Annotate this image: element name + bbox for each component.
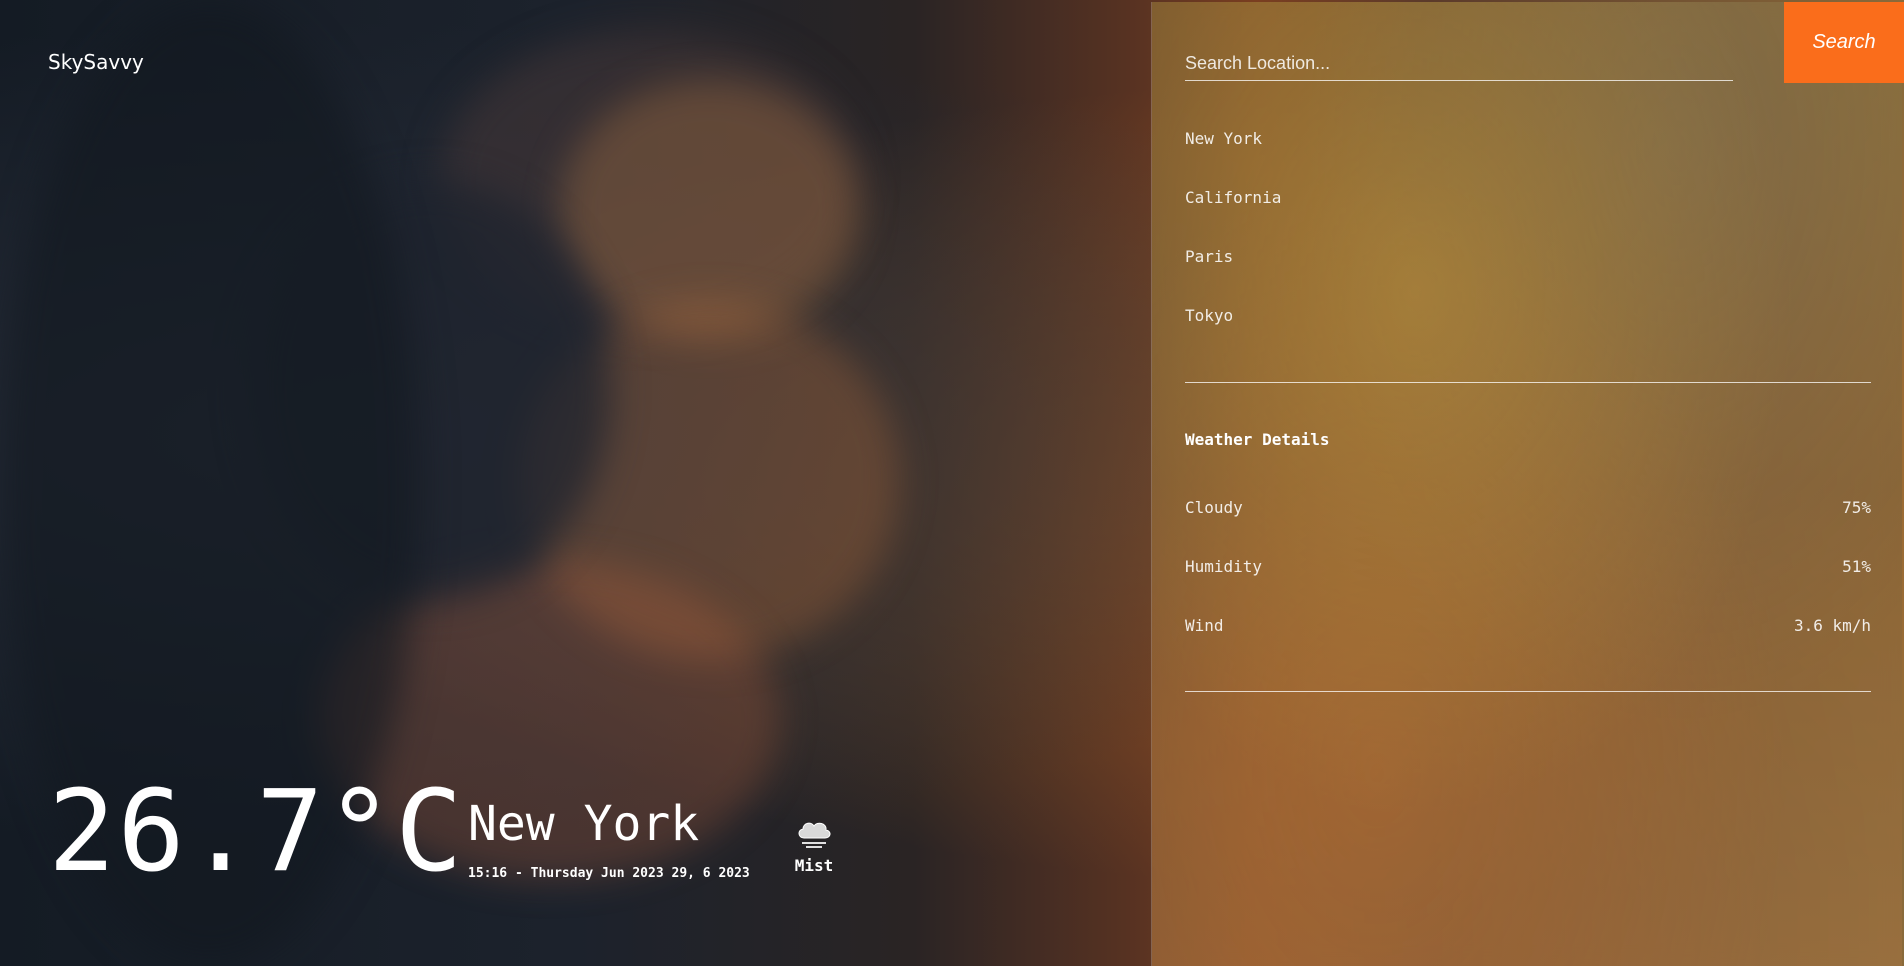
detail-value: 51%	[1842, 557, 1871, 576]
current-city: New York	[468, 796, 700, 852]
detail-row-wind: Wind 3.6 km/h	[1185, 607, 1871, 666]
detail-label: Humidity	[1185, 557, 1263, 576]
detail-value: 75%	[1842, 498, 1871, 517]
condition-label: Mist	[794, 856, 834, 875]
detail-label: Cloudy	[1185, 498, 1243, 517]
current-condition: Mist	[784, 816, 844, 875]
search-input[interactable]	[1185, 46, 1733, 81]
current-temperature: 26.7°C	[48, 767, 465, 897]
location-item-paris[interactable]: Paris	[1185, 238, 1871, 297]
cloud-icon	[798, 822, 831, 848]
location-list: New York California Paris Tokyo	[1185, 120, 1871, 356]
location-item-tokyo[interactable]: Tokyo	[1185, 297, 1871, 356]
location-item-california[interactable]: California	[1185, 179, 1871, 238]
current-datetime: 15:16 - Thursday Jun 2023 29, 6 2023	[468, 866, 750, 881]
location-item-new-york[interactable]: New York	[1185, 120, 1871, 179]
weather-app: SkySavvy 26.7°C New York 15:16 - Thursda…	[0, 0, 1904, 966]
section-divider	[1185, 691, 1871, 692]
detail-value: 3.6 km/h	[1793, 616, 1871, 635]
weather-details-title: Weather Details	[1185, 430, 1330, 449]
detail-row-humidity: Humidity 51%	[1185, 548, 1871, 607]
section-divider	[1185, 382, 1871, 383]
search-button[interactable]: Search	[1784, 2, 1904, 83]
weather-details-list: Cloudy 75% Humidity 51% Wind 3.6 km/h	[1185, 489, 1871, 666]
brand-logo[interactable]: SkySavvy	[48, 50, 144, 74]
detail-row-cloudy: Cloudy 75%	[1185, 489, 1871, 548]
detail-label: Wind	[1185, 616, 1224, 635]
